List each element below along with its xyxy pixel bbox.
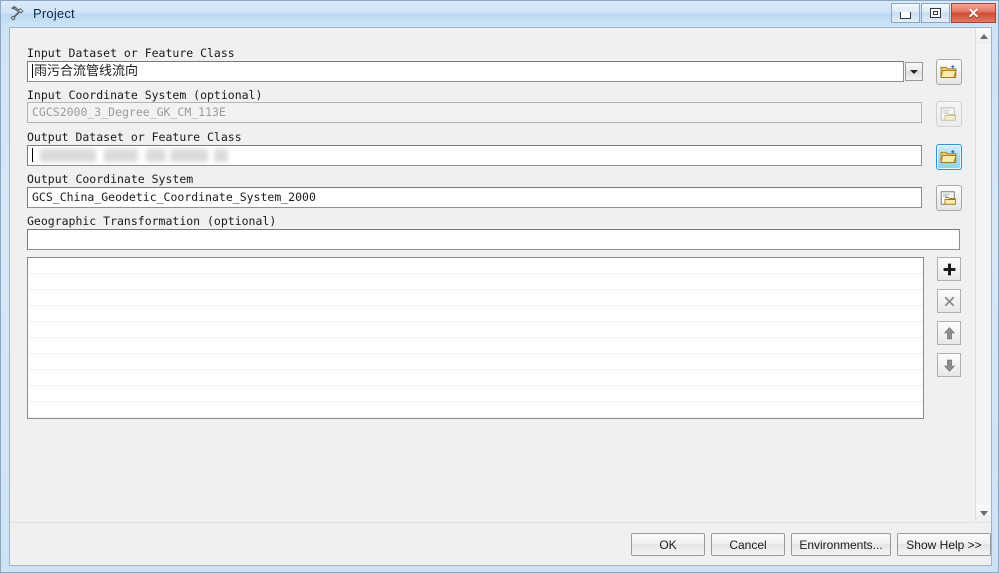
plus-icon	[943, 263, 955, 275]
browse-output-coordinate-system-button[interactable]	[936, 185, 962, 211]
maximize-button[interactable]	[921, 3, 950, 23]
window-controls: ✕	[890, 3, 996, 23]
cancel-button[interactable]: Cancel	[711, 533, 785, 556]
label-output-dataset: Output Dataset or Feature Class	[27, 130, 242, 144]
minimize-icon	[900, 11, 911, 19]
input-coordinate-system-field[interactable]: CGCS2000_3_Degree_GK_CM_113E	[27, 102, 922, 123]
list-item[interactable]	[28, 354, 923, 370]
dialog-client-area: Input Dataset or Feature Class 雨污合流管线流向 …	[9, 27, 992, 566]
list-item[interactable]	[28, 386, 923, 402]
close-button[interactable]: ✕	[951, 3, 996, 23]
add-value-button[interactable]	[937, 257, 961, 281]
output-coordinate-system-field[interactable]: GCS_China_Geodetic_Coordinate_System_200…	[27, 187, 922, 208]
list-item[interactable]	[28, 290, 923, 306]
redacted-block	[40, 149, 96, 162]
input-dataset-combobox[interactable]: 雨污合流管线流向	[27, 61, 904, 82]
geographic-transformation-field[interactable]	[27, 229, 960, 250]
list-item[interactable]	[28, 258, 923, 274]
move-up-button[interactable]	[937, 321, 961, 345]
output-coordinate-system-value: GCS_China_Geodetic_Coordinate_System_200…	[32, 190, 316, 204]
window-title: Project	[33, 6, 75, 21]
move-down-button[interactable]	[937, 353, 961, 377]
panel-scrollbar[interactable]	[975, 28, 991, 521]
transformation-list[interactable]	[27, 257, 924, 419]
redacted-block	[170, 149, 208, 162]
list-item[interactable]	[28, 274, 923, 290]
scroll-up-button[interactable]	[976, 28, 991, 44]
arrow-up-icon	[943, 326, 955, 339]
label-output-coordinate-system: Output Coordinate System	[27, 172, 194, 186]
redacted-block	[104, 149, 138, 162]
scroll-down-button[interactable]	[976, 505, 991, 521]
ok-button[interactable]: OK	[631, 533, 705, 556]
text-caret	[32, 64, 33, 78]
browse-input-dataset-button[interactable]	[936, 59, 962, 85]
browse-input-coordinate-system-button[interactable]	[936, 101, 962, 127]
triangle-down-icon	[980, 510, 988, 516]
input-coordinate-system-value: CGCS2000_3_Degree_GK_CM_113E	[32, 105, 226, 119]
label-input-dataset: Input Dataset or Feature Class	[27, 46, 235, 60]
dialog-footer: OK Cancel Environments... Show Help >>	[10, 522, 991, 565]
text-caret-output	[32, 148, 33, 162]
list-item[interactable]	[28, 306, 923, 322]
list-item[interactable]	[28, 370, 923, 386]
label-geographic-transformation: Geographic Transformation (optional)	[27, 214, 277, 228]
label-input-coordinate-system: Input Coordinate System (optional)	[27, 88, 263, 102]
open-folder-icon	[940, 150, 957, 163]
parameters-panel: Input Dataset or Feature Class 雨污合流管线流向 …	[10, 28, 991, 523]
remove-value-button[interactable]	[937, 289, 961, 313]
restore-icon	[930, 8, 941, 18]
list-item[interactable]	[28, 322, 923, 338]
browse-output-dataset-button[interactable]	[936, 144, 962, 170]
show-help-button[interactable]: Show Help >>	[897, 533, 991, 556]
input-dataset-value: 雨污合流管线流向	[34, 64, 139, 79]
close-icon	[944, 296, 954, 306]
triangle-up-icon	[980, 33, 988, 39]
list-item[interactable]	[28, 402, 923, 418]
redacted-block	[214, 149, 228, 162]
environments-button[interactable]: Environments...	[791, 533, 891, 556]
spatial-reference-icon	[940, 107, 956, 121]
arrow-down-icon	[943, 359, 955, 372]
input-dataset-dropdown-button[interactable]	[905, 62, 923, 81]
open-folder-icon	[940, 65, 957, 78]
spatial-reference-icon	[940, 191, 956, 205]
project-tool-dialog: Project ✕ Input Dataset or Feature Class…	[0, 0, 999, 573]
list-item[interactable]	[28, 338, 923, 354]
close-icon: ✕	[967, 5, 980, 21]
redacted-block	[146, 149, 166, 162]
minimize-button[interactable]	[891, 3, 920, 23]
output-dataset-field[interactable]	[27, 145, 922, 166]
title-bar: Project ✕	[1, 1, 998, 26]
chevron-down-icon	[910, 69, 918, 74]
hammer-tool-icon	[10, 5, 24, 20]
